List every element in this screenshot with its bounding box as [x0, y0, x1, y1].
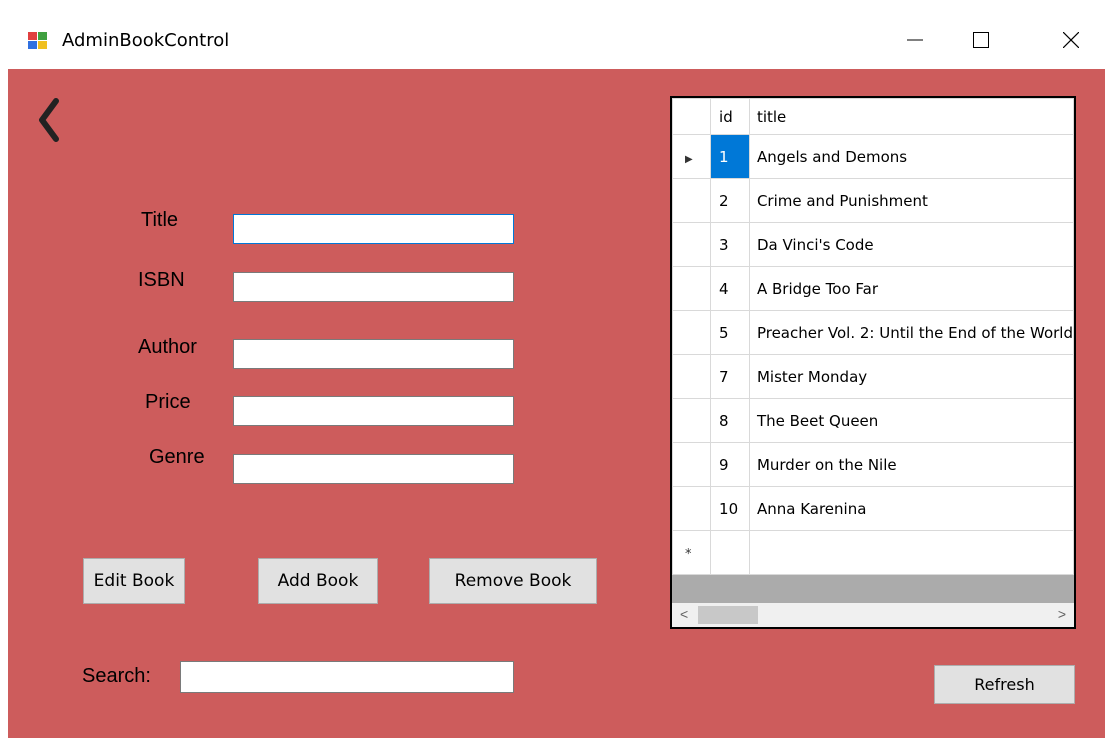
books-table: id title ▶ 1 Angels and Demons 2 Crime a…	[672, 98, 1074, 575]
client-area: Title ISBN Author Price Genre Edit Book …	[8, 69, 1105, 738]
cell-title[interactable]: Mister Monday	[748, 354, 1074, 399]
minimize-icon	[907, 39, 923, 41]
chevron-left-icon[interactable]	[36, 95, 64, 145]
maximize-icon	[973, 32, 989, 48]
cell-title[interactable]: Anna Karenina	[748, 486, 1074, 531]
cell-id[interactable]: 2	[710, 178, 750, 223]
new-row-icon: *	[685, 546, 692, 562]
isbn-input[interactable]	[234, 273, 513, 301]
window-title: AdminBookControl	[62, 30, 230, 51]
row-header[interactable]	[672, 178, 712, 223]
cell-title[interactable]: Angels and Demons	[748, 134, 1074, 179]
title-input[interactable]	[234, 215, 513, 243]
author-input[interactable]	[234, 340, 513, 368]
price-field[interactable]	[233, 396, 514, 426]
search-field[interactable]	[180, 661, 514, 693]
cell-id[interactable]: 8	[710, 398, 750, 443]
author-field[interactable]	[233, 339, 514, 369]
table-row[interactable]: 8 The Beet Queen	[672, 398, 1074, 443]
row-header[interactable]: ▶	[672, 134, 712, 179]
cell-id[interactable]	[710, 530, 750, 575]
table-row[interactable]: 10 Anna Karenina	[672, 486, 1074, 531]
title-field[interactable]	[233, 214, 514, 244]
row-header[interactable]	[672, 398, 712, 443]
column-header-title[interactable]: title	[748, 98, 1074, 135]
grid-header-row: id title	[672, 98, 1074, 135]
new-row[interactable]: *	[672, 530, 1074, 575]
books-grid[interactable]: id title ▶ 1 Angels and Demons 2 Crime a…	[670, 96, 1076, 629]
cell-id[interactable]: 9	[710, 442, 750, 487]
genre-input[interactable]	[234, 455, 513, 483]
cell-title[interactable]	[748, 530, 1074, 575]
close-button[interactable]	[1048, 20, 1094, 60]
search-label: Search:	[82, 665, 151, 687]
scroll-thumb[interactable]	[698, 606, 758, 624]
table-row[interactable]: ▶ 1 Angels and Demons	[672, 134, 1074, 179]
price-label: Price	[145, 391, 191, 413]
cell-id[interactable]: 1	[710, 134, 750, 179]
add-book-button[interactable]: Add Book	[258, 558, 378, 604]
remove-book-button[interactable]: Remove Book	[429, 558, 597, 604]
cell-title[interactable]: Crime and Punishment	[748, 178, 1074, 223]
cell-id[interactable]: 5	[710, 310, 750, 355]
edit-book-button[interactable]: Edit Book	[83, 558, 185, 604]
table-row[interactable]: 3 Da Vinci's Code	[672, 222, 1074, 267]
maximize-button[interactable]	[958, 20, 1004, 60]
scroll-left-icon[interactable]: <	[680, 606, 688, 622]
scroll-right-icon[interactable]: >	[1058, 606, 1066, 622]
cell-id[interactable]: 10	[710, 486, 750, 531]
table-row[interactable]: 9 Murder on the Nile	[672, 442, 1074, 487]
genre-field[interactable]	[233, 454, 514, 484]
current-row-icon: ▶	[685, 153, 693, 165]
cell-title[interactable]: The Beet Queen	[748, 398, 1074, 443]
cell-id[interactable]: 3	[710, 222, 750, 267]
close-icon	[1063, 32, 1079, 48]
table-row[interactable]: 2 Crime and Punishment	[672, 178, 1074, 223]
app-window: AdminBookControl Title ISBN Author Price…	[8, 10, 1105, 738]
cell-id[interactable]: 7	[710, 354, 750, 399]
author-label: Author	[138, 336, 197, 358]
horizontal-scrollbar[interactable]: < >	[672, 603, 1074, 627]
title-bar: AdminBookControl	[8, 10, 1105, 69]
row-header[interactable]	[672, 266, 712, 311]
isbn-label: ISBN	[138, 269, 185, 291]
cell-title[interactable]: A Bridge Too Far	[748, 266, 1074, 311]
minimize-button[interactable]	[892, 20, 938, 60]
refresh-button[interactable]: Refresh	[934, 665, 1075, 704]
title-label: Title	[141, 209, 179, 231]
row-header[interactable]	[672, 354, 712, 399]
cell-id[interactable]: 4	[710, 266, 750, 311]
cell-title[interactable]: Murder on the Nile	[748, 442, 1074, 487]
cell-title[interactable]: Da Vinci's Code	[748, 222, 1074, 267]
top-strip	[0, 0, 1105, 10]
row-header[interactable]	[672, 222, 712, 267]
column-header-id[interactable]: id	[710, 98, 750, 135]
isbn-field[interactable]	[233, 272, 514, 302]
genre-label: Genre	[149, 446, 205, 468]
row-header[interactable]	[672, 442, 712, 487]
price-input[interactable]	[234, 397, 513, 425]
app-icon	[28, 32, 47, 49]
row-header[interactable]	[672, 310, 712, 355]
table-row[interactable]: 7 Mister Monday	[672, 354, 1074, 399]
search-input[interactable]	[181, 662, 513, 692]
cell-title[interactable]: Preacher Vol. 2: Until the End of the Wo…	[748, 310, 1074, 355]
table-row[interactable]: 4 A Bridge Too Far	[672, 266, 1074, 311]
row-header[interactable]	[672, 486, 712, 531]
row-header[interactable]: *	[672, 530, 712, 575]
row-header-corner	[672, 98, 712, 135]
table-row[interactable]: 5 Preacher Vol. 2: Until the End of the …	[672, 310, 1074, 355]
